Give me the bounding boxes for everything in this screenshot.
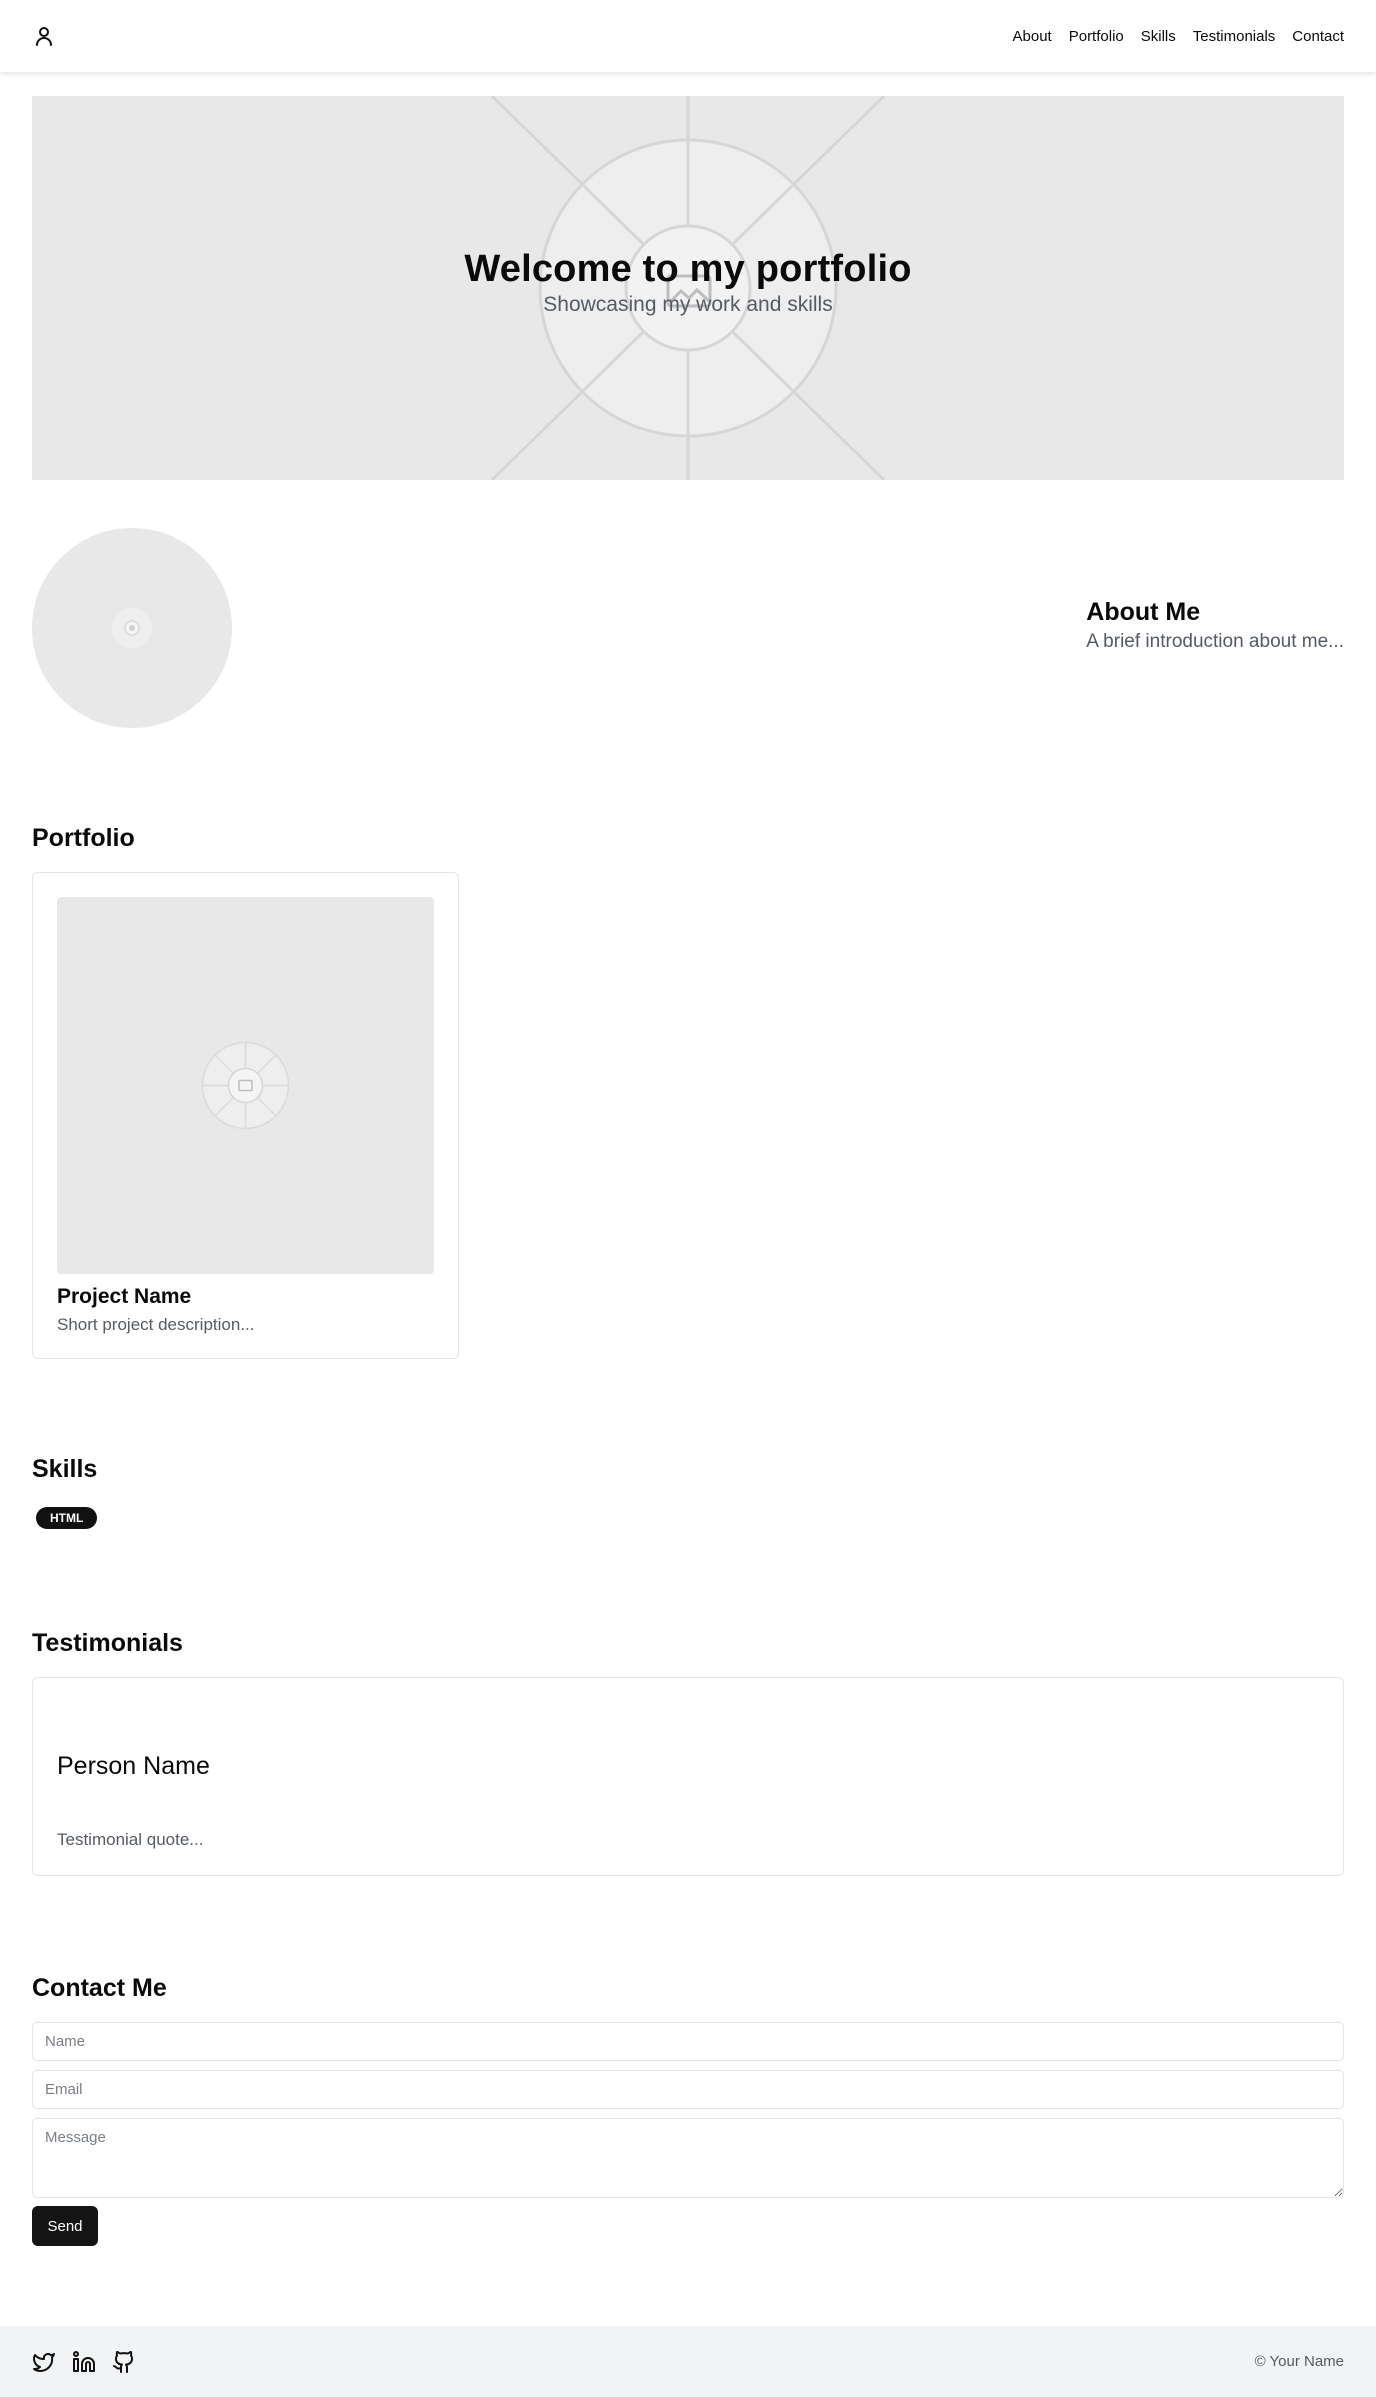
avatar: [32, 528, 232, 728]
about-title: About Me: [1086, 598, 1201, 626]
about-description: A brief introduction about me...: [1086, 631, 1344, 652]
portfolio-title: Portfolio: [32, 824, 135, 852]
nav-link-portfolio[interactable]: Portfolio: [1069, 28, 1124, 45]
avatar-placeholder-icon: [112, 608, 152, 648]
social-links: [32, 2350, 136, 2374]
skills-title: Skills: [32, 1455, 98, 1483]
testimonial-quote: Testimonial quote...: [57, 1830, 204, 1849]
nav-link-about[interactable]: About: [1013, 28, 1052, 45]
message-textarea[interactable]: [32, 2118, 1344, 2198]
send-button[interactable]: Send: [32, 2206, 98, 2246]
about-section: About Me A brief introduction about me..…: [1086, 598, 1344, 653]
nav-link-skills[interactable]: Skills: [1141, 28, 1176, 45]
testimonial-card: Person Name Testimonial quote...: [32, 1677, 1344, 1876]
testimonial-person-name: Person Name: [57, 1752, 210, 1780]
site-header: About Portfolio Skills Testimonials Cont…: [0, 0, 1376, 72]
nav-link-testimonials[interactable]: Testimonials: [1193, 28, 1276, 45]
twitter-icon[interactable]: [32, 2350, 56, 2374]
skill-badge: HTML: [36, 1507, 98, 1529]
hero-title: Welcome to my portfolio: [464, 248, 912, 290]
testimonials-title: Testimonials: [32, 1629, 183, 1657]
copyright-text: © Your Name: [1254, 2353, 1344, 2370]
project-card[interactable]: Project Name Short project description..…: [32, 872, 459, 1359]
github-icon[interactable]: [112, 2350, 136, 2374]
main-nav: About Portfolio Skills Testimonials Cont…: [1013, 28, 1344, 45]
user-icon[interactable]: [32, 24, 56, 48]
project-description: Short project description...: [57, 1315, 255, 1334]
hero-banner: Welcome to my portfolio Showcasing my wo…: [32, 96, 1344, 480]
image-placeholder-icon: [201, 1041, 290, 1130]
linkedin-icon[interactable]: [72, 2350, 96, 2374]
project-image: [57, 897, 434, 1274]
project-name: Project Name: [57, 1285, 192, 1308]
nav-link-contact[interactable]: Contact: [1292, 28, 1344, 45]
hero-subtitle: Showcasing my work and skills: [543, 293, 833, 316]
hero-text: Welcome to my portfolio Showcasing my wo…: [32, 248, 1344, 317]
name-input[interactable]: [32, 2022, 1344, 2061]
site-footer: © Your Name: [0, 2326, 1376, 2397]
email-input[interactable]: [32, 2070, 1344, 2109]
contact-title: Contact Me: [32, 1974, 167, 2002]
